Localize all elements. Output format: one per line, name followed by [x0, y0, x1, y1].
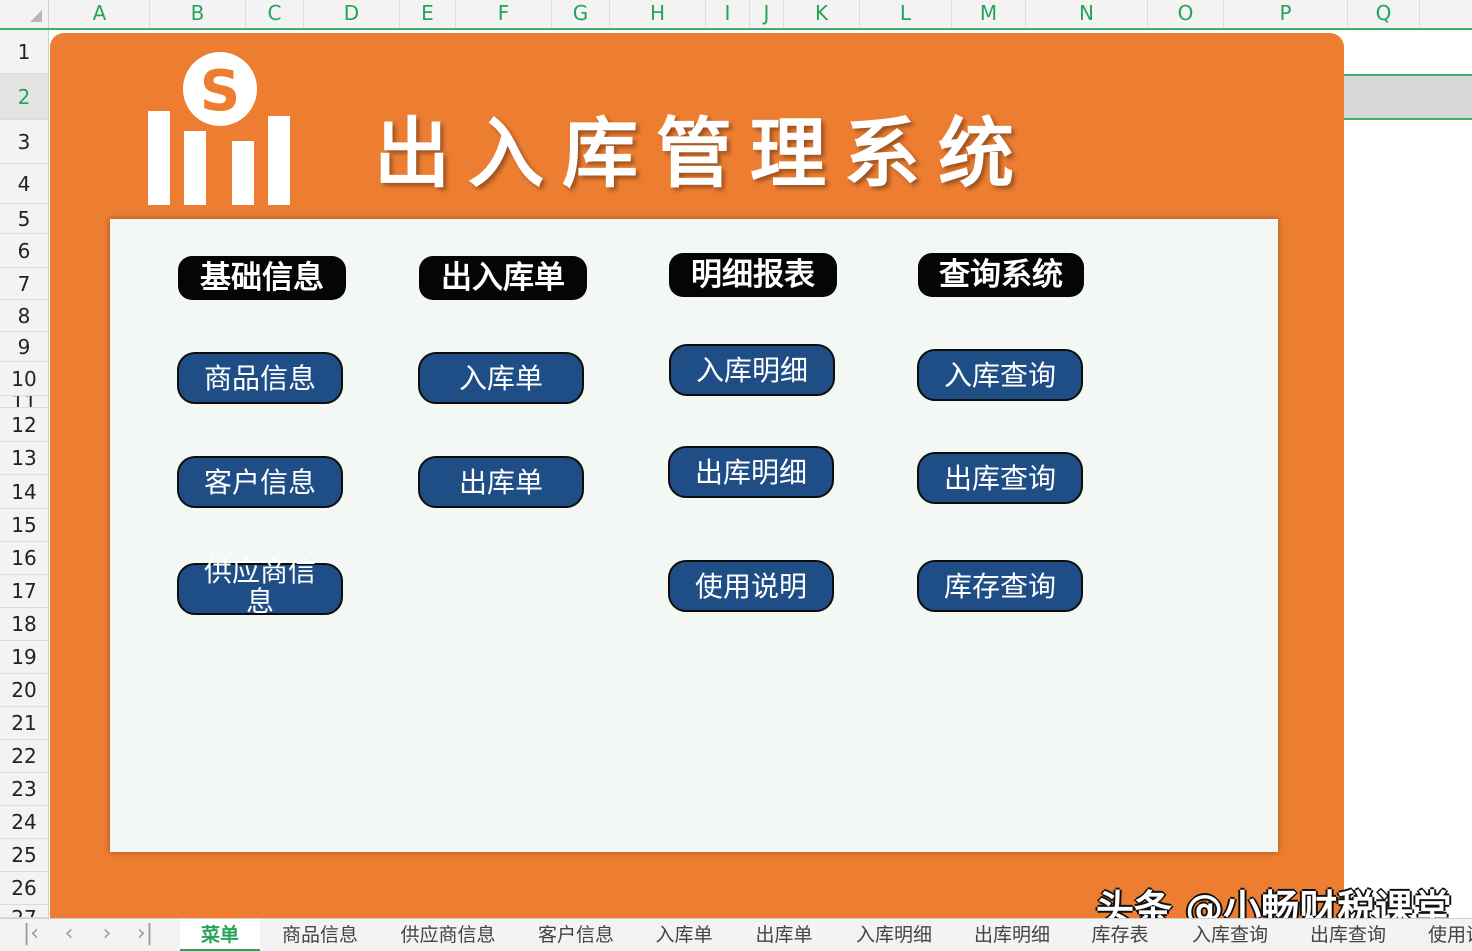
inventory-query-button[interactable]: 库存查询 — [917, 560, 1083, 612]
row-header-24[interactable]: 24 — [0, 806, 48, 839]
inbound-order-button[interactable]: 入库单 — [418, 352, 584, 404]
column-header-i[interactable]: I — [706, 0, 750, 28]
row-header-23[interactable]: 23 — [0, 773, 48, 806]
row-header-14[interactable]: 14 — [0, 475, 48, 509]
row-header-10[interactable]: 10 — [0, 362, 48, 396]
category-inout-orders: 出入库单 — [419, 256, 587, 300]
row-header-5[interactable]: 5 — [0, 204, 48, 234]
column-header-b[interactable]: B — [150, 0, 246, 28]
column-header-f[interactable]: F — [456, 0, 552, 28]
tab-outbound-detail[interactable]: 出库明细 — [964, 919, 1060, 951]
column-header-j[interactable]: J — [750, 0, 784, 28]
row-header-15[interactable]: 15 — [0, 509, 48, 542]
column-header-o[interactable]: O — [1148, 0, 1224, 28]
column-header-n[interactable]: N — [1026, 0, 1148, 28]
selected-row-highlight — [1344, 74, 1472, 120]
first-sheet-icon[interactable]: |‹ — [16, 919, 46, 951]
column-header-g[interactable]: G — [552, 0, 610, 28]
column-header-p[interactable]: P — [1224, 0, 1348, 28]
sheet-tab-bar: |‹ ‹ › ›| 菜单 商品信息 供应商信息 客户信息 入库单 出库单 入库明… — [0, 918, 1472, 951]
supplier-info-button[interactable]: 供应商信息 — [177, 557, 343, 617]
row-header-bar: 1 2 3 4 5 6 7 8 9 10 11 12 13 14 15 16 1… — [0, 30, 49, 918]
column-header-m[interactable]: M — [952, 0, 1026, 28]
inbound-query-button[interactable]: 入库查询 — [917, 349, 1083, 401]
row-header-17[interactable]: 17 — [0, 575, 48, 608]
tab-outbound-order[interactable]: 出库单 — [744, 919, 824, 951]
column-header-a[interactable]: A — [50, 0, 150, 28]
row-header-9[interactable]: 9 — [0, 332, 48, 362]
outbound-detail-button[interactable]: 出库明细 — [668, 446, 834, 498]
column-header-e[interactable]: E — [400, 0, 456, 28]
row-header-25[interactable]: 25 — [0, 839, 48, 872]
supplier-info-label: 供应商信息 — [203, 555, 316, 618]
prev-sheet-icon[interactable]: ‹ — [54, 919, 84, 951]
row-header-20[interactable]: 20 — [0, 674, 48, 707]
row-header-7[interactable]: 7 — [0, 268, 48, 300]
customer-info-button[interactable]: 客户信息 — [177, 456, 343, 508]
row-header-22[interactable]: 22 — [0, 740, 48, 773]
outbound-query-button[interactable]: 出库查询 — [917, 452, 1083, 504]
user-guide-button[interactable]: 使用说明 — [668, 560, 834, 612]
last-sheet-icon[interactable]: ›| — [130, 919, 160, 951]
row-header-16[interactable]: 16 — [0, 542, 48, 575]
dashboard-title: 出入库管理系统 — [374, 109, 1032, 198]
row-header-8[interactable]: 8 — [0, 300, 48, 332]
tab-customer-info[interactable]: 客户信息 — [526, 919, 626, 951]
tab-product-info[interactable]: 商品信息 — [270, 919, 370, 951]
column-header-c[interactable]: C — [246, 0, 304, 28]
row-header-13[interactable]: 13 — [0, 442, 48, 475]
tab-supplier-info[interactable]: 供应商信息 — [388, 919, 508, 951]
next-sheet-icon[interactable]: › — [92, 919, 122, 951]
row-header-6[interactable]: 6 — [0, 234, 48, 268]
row-header-19[interactable]: 19 — [0, 641, 48, 674]
row-header-27[interactable]: 27 — [0, 905, 48, 918]
tab-outbound-query[interactable]: 出库查询 — [1300, 919, 1396, 951]
row-header-11[interactable]: 11 — [0, 396, 48, 408]
tab-inbound-detail[interactable]: 入库明细 — [846, 919, 942, 951]
tab-user-guide[interactable]: 使用说明 — [1416, 919, 1472, 951]
category-query-system: 查询系统 — [918, 253, 1084, 297]
outbound-order-button[interactable]: 出库单 — [418, 456, 584, 508]
tab-inbound-order[interactable]: 入库单 — [644, 919, 724, 951]
column-header-l[interactable]: L — [860, 0, 952, 28]
select-all-corner[interactable] — [0, 0, 49, 28]
select-all-icon — [30, 10, 42, 22]
row-header-2[interactable]: 2 — [0, 74, 48, 120]
row-header-26[interactable]: 26 — [0, 872, 48, 905]
logo-letter: S — [200, 59, 240, 124]
row-header-18[interactable]: 18 — [0, 608, 48, 641]
menu-board — [110, 219, 1278, 852]
column-header-k[interactable]: K — [784, 0, 860, 28]
column-header-bar: A B C D E F G H I J K L M N O P Q — [0, 0, 1472, 30]
tab-menu[interactable]: 菜单 — [180, 919, 260, 951]
finance-chart-logo-icon: S — [148, 52, 290, 205]
product-info-button[interactable]: 商品信息 — [177, 352, 343, 404]
row-header-1[interactable]: 1 — [0, 30, 48, 74]
category-basic-info: 基础信息 — [178, 256, 346, 300]
tab-inventory[interactable]: 库存表 — [1080, 919, 1160, 951]
inbound-detail-button[interactable]: 入库明细 — [669, 344, 835, 396]
column-header-q[interactable]: Q — [1348, 0, 1420, 28]
row-header-4[interactable]: 4 — [0, 164, 48, 204]
row-header-21[interactable]: 21 — [0, 707, 48, 740]
row-header-3[interactable]: 3 — [0, 120, 48, 164]
category-detail-reports: 明细报表 — [669, 253, 837, 297]
column-header-d[interactable]: D — [304, 0, 400, 28]
column-header-h[interactable]: H — [610, 0, 706, 28]
row-header-12[interactable]: 12 — [0, 408, 48, 442]
tab-inbound-query[interactable]: 入库查询 — [1182, 919, 1278, 951]
